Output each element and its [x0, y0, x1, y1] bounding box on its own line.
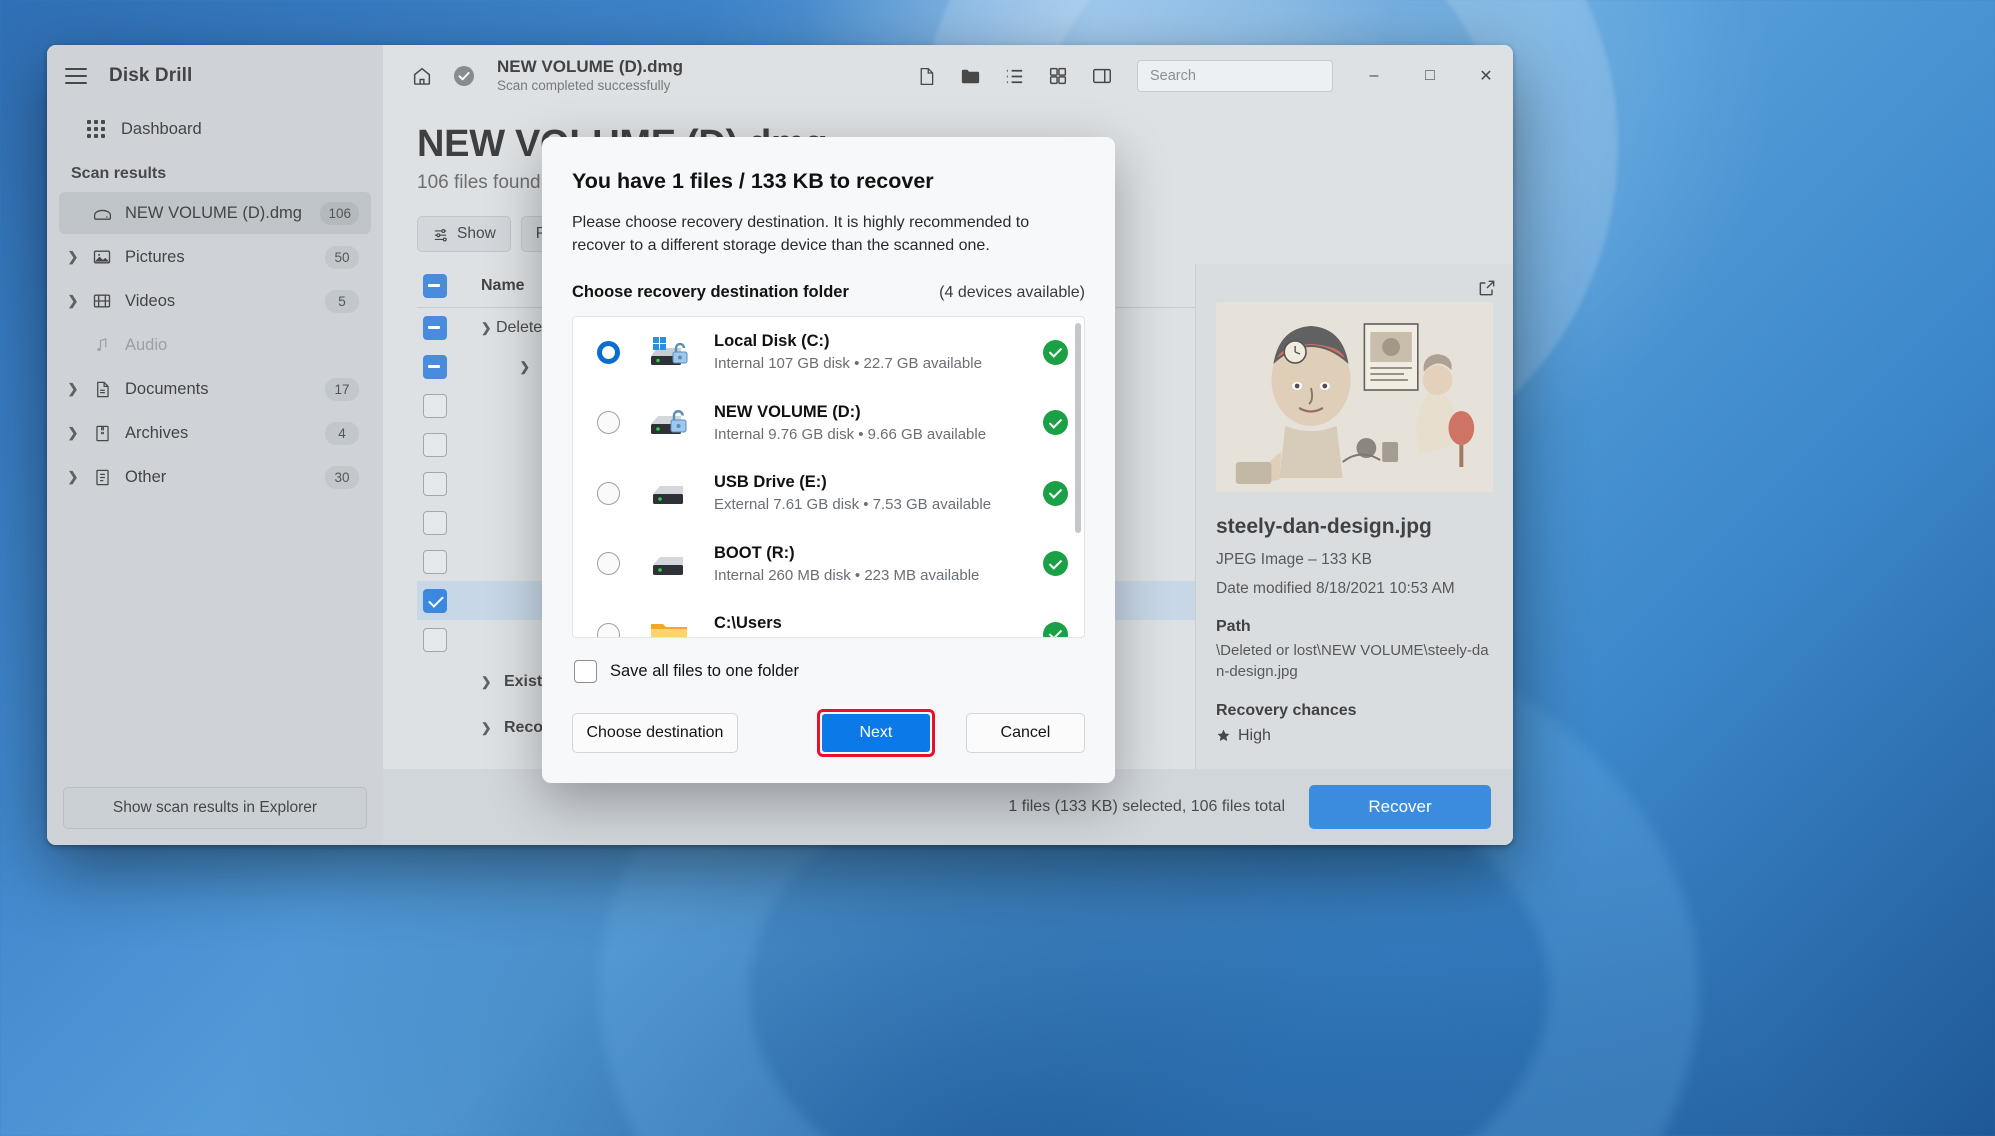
device-text: C:\Users Available 22.7 GB	[696, 614, 1043, 638]
device-radio[interactable]	[597, 622, 620, 638]
device-radio[interactable]	[597, 340, 620, 364]
disk-locked-icon	[642, 406, 696, 440]
device-text: BOOT (R:) Internal 260 MB disk • 223 MB …	[696, 544, 1043, 584]
device-name: C:\Users	[714, 614, 782, 633]
next-button-highlight: Next	[816, 709, 935, 758]
device-radio[interactable]	[597, 552, 620, 576]
device-row-c-users[interactable]: C:\Users Available 22.7 GB	[573, 599, 1084, 638]
save-all-checkbox[interactable]	[574, 660, 597, 684]
device-name: USB Drive (E:)	[714, 473, 827, 492]
device-name: Local Disk (C:)	[714, 332, 830, 351]
device-row-new-volume-d[interactable]: NEW VOLUME (D:) Internal 9.76 GB disk • …	[573, 388, 1084, 459]
device-row-usb-drive-e[interactable]: USB Drive (E:) External 7.61 GB disk • 7…	[573, 458, 1084, 529]
device-list-scrollbar[interactable]	[1075, 323, 1081, 534]
device-radio[interactable]	[597, 481, 620, 505]
device-meta: Internal 260 MB disk • 223 MB available	[714, 566, 980, 584]
windows-disk-locked-icon	[642, 335, 696, 369]
destination-device-list[interactable]: Local Disk (C:) Internal 107 GB disk • 2…	[572, 316, 1085, 639]
device-meta: Internal 107 GB disk • 22.7 GB available	[714, 355, 982, 373]
dialog-description: Please choose recovery destination. It i…	[572, 214, 1030, 255]
cancel-button[interactable]: Cancel	[965, 713, 1085, 754]
dialog-actions: Choose destination Next Cancel	[572, 709, 1085, 758]
device-name: NEW VOLUME (D:)	[714, 402, 861, 421]
device-text: NEW VOLUME (D:) Internal 9.76 GB disk • …	[696, 403, 1043, 443]
disk-drill-window: Disk Drill Dashboard Scan results ❯ NEW …	[47, 45, 1513, 845]
device-row-local-disk-c[interactable]: Local Disk (C:) Internal 107 GB disk • 2…	[573, 317, 1084, 388]
device-status-ok-icon	[1043, 621, 1068, 638]
choose-destination-button[interactable]: Choose destination	[572, 713, 738, 754]
save-all-row[interactable]: Save all files to one folder	[572, 660, 1085, 684]
external-disk-icon	[642, 547, 696, 581]
dialog-section-row: Choose recovery destination folder (4 de…	[572, 283, 1085, 302]
dialog-section-label: Choose recovery destination folder	[572, 283, 849, 302]
device-status-ok-icon	[1043, 339, 1068, 365]
device-status-ok-icon	[1043, 410, 1068, 436]
device-meta: Available 22.7 GB	[714, 637, 1043, 638]
device-text: USB Drive (E:) External 7.61 GB disk • 7…	[696, 473, 1043, 513]
external-disk-icon	[642, 476, 696, 510]
device-radio[interactable]	[597, 411, 620, 435]
device-name: BOOT (R:)	[714, 543, 795, 562]
dialog-title: You have 1 files / 133 KB to recover	[572, 169, 934, 193]
device-status-ok-icon	[1043, 480, 1068, 506]
device-row-boot-r[interactable]: BOOT (R:) Internal 260 MB disk • 223 MB …	[573, 529, 1084, 600]
device-status-ok-icon	[1043, 551, 1068, 577]
device-text: Local Disk (C:) Internal 107 GB disk • 2…	[696, 332, 1043, 372]
device-meta: External 7.61 GB disk • 7.53 GB availabl…	[714, 496, 992, 514]
recovery-destination-dialog: You have 1 files / 133 KB to recover Ple…	[542, 137, 1115, 784]
save-all-label: Save all files to one folder	[610, 662, 799, 681]
devices-available-count: (4 devices available)	[939, 284, 1085, 302]
folder-icon	[642, 617, 696, 638]
next-button[interactable]: Next	[821, 714, 930, 753]
device-meta: Internal 9.76 GB disk • 9.66 GB availabl…	[714, 425, 987, 443]
